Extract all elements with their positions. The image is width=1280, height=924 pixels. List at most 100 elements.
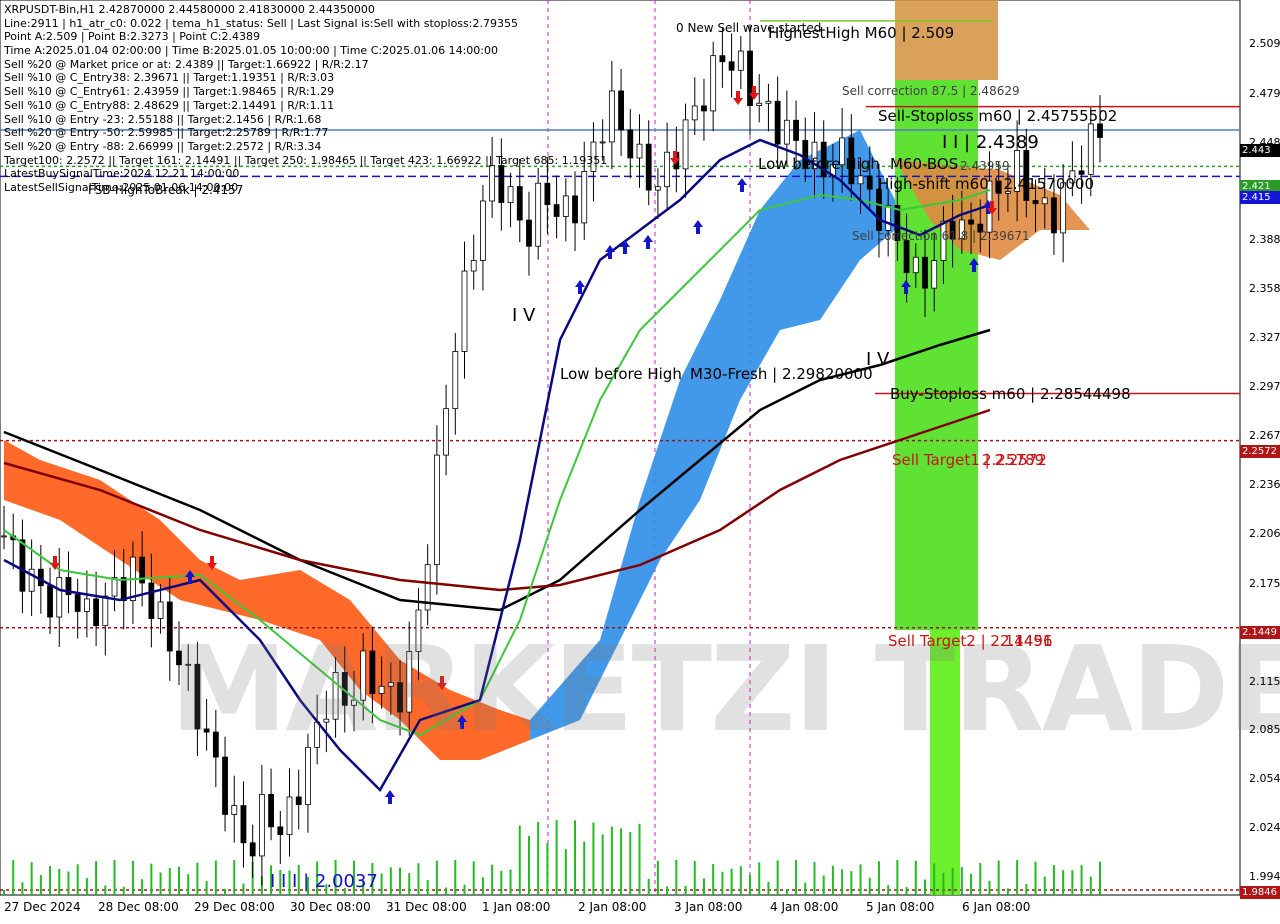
volume-bar [610,826,613,895]
volume-bar [555,820,558,895]
candle-body [728,61,735,71]
volume-bar [933,863,936,895]
volume-bar [684,885,687,895]
y-tick-label: 2.115 [1249,675,1280,688]
volume-bar [914,860,917,895]
info-panel: XRPUSDT-Bin,H1 2.42870000 2.44580000 2.4… [4,3,607,195]
x-tick-label: 27 Dec 2024 [4,900,81,914]
candle-body [737,50,744,71]
volume-bar [177,866,180,895]
volume-bar [131,860,134,895]
volume-bar [739,866,742,895]
volume-bar [924,879,927,895]
info-line: Sell %10 @ Entry -23: 2.55188 || Target:… [4,112,322,126]
volume-bar [656,860,659,895]
volume-bar [76,864,79,895]
candle-body [774,100,781,145]
volume-bar [481,877,484,895]
x-tick-label: 29 Dec 08:00 [194,900,275,914]
volume-bar [1052,865,1055,895]
y-tick-label: 2.388 [1249,233,1280,246]
candle-body [157,601,164,619]
volume-bar [150,863,153,895]
volume-bar [527,835,530,895]
y-tick-label: 2.327 [1249,331,1280,344]
volume-bar [877,861,880,895]
candle-body [258,794,265,857]
info-line: LatestBuySignalTime:2024.12.21 14:00:00 [4,167,240,181]
candle-body [553,204,560,217]
y-tick-label: 2.236 [1249,478,1280,491]
volume-bar [841,869,844,895]
point-iii-label: I I I | 2.0037 [270,871,378,892]
volume-bar [795,860,798,895]
volume-bar [58,869,61,895]
volume-bar [859,864,862,895]
volume-bar [491,864,494,895]
volume-bar [187,874,190,895]
volume-bar [30,862,33,895]
volume-bar [214,860,217,895]
volume-bar [85,878,88,895]
volume-bar [49,866,52,895]
volume-bar [546,843,549,895]
candle-body [1051,197,1057,234]
candle-body [876,188,882,231]
y-tick-label: 2.085 [1249,723,1280,736]
volume-bar [389,867,392,895]
y-tick-label: 2.297 [1249,380,1280,393]
price-tag-bottom: 1.9846 [1240,886,1280,899]
volume-bar [417,863,420,895]
volume-bar [509,869,512,895]
y-tick-label: 2.206 [1249,527,1280,540]
candle-body [433,454,440,566]
volume-bar [224,888,227,895]
wave-iv-label: I V [512,305,536,326]
candle-body [461,270,468,352]
volume-bar [122,886,125,895]
candle-body [857,175,864,185]
candle-body [682,119,689,170]
y-tick-label: 2.175 [1249,577,1280,590]
volume-bar [159,872,162,895]
volume-bar [620,828,623,895]
candle-body [93,598,100,627]
volume-bar [638,823,641,895]
highest-high-label: HighestHigh M60 | 2.509 [768,24,955,42]
volume-bar [500,870,503,895]
candle-body [701,105,707,112]
candle-body [268,794,274,828]
price-tag-fsb: 2.415 [1240,191,1280,204]
x-tick-label: 31 Dec 08:00 [386,900,467,914]
volume-bar [113,860,116,895]
candle-body [19,539,26,592]
y-tick-label: 1.994 [1249,870,1280,883]
candle-body [83,598,90,612]
candle-body [655,186,661,191]
candle-body [756,102,763,106]
candle-body [480,200,486,261]
candle-body [627,129,634,159]
y-tick-label: 2.267 [1249,429,1280,442]
info-line: Sell %10 @ C_Entry88: 2.48629 || Target:… [4,98,335,112]
candle-body [1032,200,1039,205]
candle-body [1097,123,1103,138]
x-tick-label: 2 Jan 08:00 [578,900,647,914]
volume-bar [675,860,678,895]
volume-bar [785,889,788,895]
volume-bar [399,867,402,895]
candle-body [526,219,532,247]
candle-body [618,90,624,131]
volume-bar [767,881,770,895]
candle-body [231,805,238,815]
volume-bar [1080,865,1083,895]
low-before-high-top-label: Low before High [758,155,880,173]
volume-bar [242,883,245,895]
volume-bar [942,872,945,895]
y-tick-label: 2.509 [1249,37,1280,50]
candle-body [1041,197,1048,205]
volume-bar [3,890,5,895]
candle-body [470,260,477,272]
candle-body [931,260,938,289]
volume-bar [1016,860,1019,895]
